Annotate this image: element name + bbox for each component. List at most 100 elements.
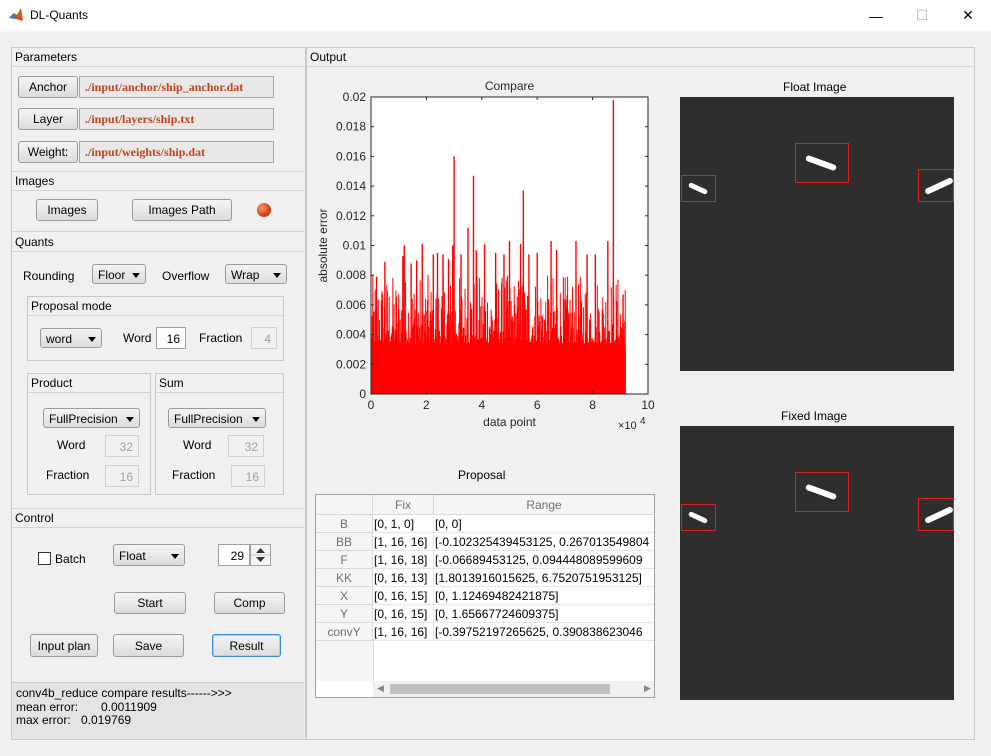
input-plan-button[interactable]: Input plan <box>30 634 98 657</box>
y-axis-label: absolute error <box>316 208 330 282</box>
compare-chart: 0 2 4 6 8 10 0 0.002 0.004 0.006 0.008 0.01 0.012 0.0… <box>316 79 655 432</box>
y-tick-label: 0.018 <box>336 120 366 134</box>
table-cell-range[interactable]: [1.8013916015625, 6.7520751953125] <box>434 569 654 587</box>
layer-button[interactable]: Layer <box>18 108 78 130</box>
control-title: Control <box>15 511 54 525</box>
divider <box>28 315 283 316</box>
sum-fraction-input[interactable]: 16 <box>231 465 265 487</box>
divider <box>28 392 150 393</box>
scrollbar-thumb[interactable] <box>390 684 610 694</box>
proposal-mode-dropdown[interactable]: word <box>40 328 102 348</box>
table-cell-range[interactable]: [-0.102325439453125, 0.267013549804 <box>434 533 654 551</box>
table-cell-range[interactable]: [0, 1.65667724609375] <box>434 605 654 623</box>
product-mode-value: FullPrecision <box>49 412 118 426</box>
product-word-input[interactable]: 32 <box>105 435 139 457</box>
matlab-logo-icon <box>9 8 23 21</box>
sum-mode-dropdown[interactable]: FullPrecision <box>168 408 266 428</box>
table-cell-range[interactable]: [0, 1.12469482421875] <box>434 587 654 605</box>
layer-path-field[interactable]: ./input/layers/ship.txt <box>79 108 274 130</box>
table-cell-fix[interactable]: [1, 16, 18] <box>373 551 434 569</box>
weight-path-field[interactable]: ./input/weights/ship.dat <box>79 141 274 163</box>
table-cell-fix[interactable]: [0, 16, 15] <box>373 605 434 623</box>
table-header-fix[interactable]: Fix <box>373 495 434 515</box>
divider <box>156 392 283 393</box>
float-image <box>680 97 954 371</box>
proposal-word-input[interactable]: 16 <box>156 327 186 349</box>
comp-button[interactable]: Comp <box>214 592 285 614</box>
table-cell-fix[interactable]: [1, 16, 16] <box>373 533 434 551</box>
anchor-path-field[interactable]: ./input/anchor/ship_anchor.dat <box>79 76 274 98</box>
x-tick-label: 2 <box>423 398 430 412</box>
dtype-value: Float <box>119 549 146 563</box>
maximize-button[interactable]: ☐ <box>899 0 945 31</box>
table-cell-fix[interactable]: [0, 16, 13] <box>373 569 434 587</box>
product-word-label: Word <box>57 438 86 452</box>
minimize-button[interactable]: — <box>853 0 899 31</box>
chevron-down-icon <box>88 337 96 342</box>
y-tick-label: 0.012 <box>336 209 366 223</box>
table-row-header-fill <box>316 641 374 681</box>
proposal-table[interactable]: Fix Range B [0, 1, 0] [0, 0] BB [1, 16, 16][… <box>315 494 655 698</box>
chevron-down-icon <box>132 273 140 278</box>
close-button[interactable]: ✕ <box>945 0 991 31</box>
spin-input[interactable]: 29 <box>218 544 250 566</box>
weight-button[interactable]: Weight: <box>18 141 78 163</box>
table-cell-range[interactable]: [0, 0] <box>434 515 654 533</box>
table-cell-range[interactable]: [-0.06689453125, 0.094448089599609 <box>434 551 654 569</box>
table-cell-fix[interactable]: [0, 1, 0] <box>373 515 434 533</box>
chevron-down-icon <box>252 417 260 422</box>
result-button[interactable]: Result <box>212 634 281 657</box>
table-cell-fix[interactable]: [0, 16, 15] <box>373 587 434 605</box>
output-title: Output <box>310 50 347 64</box>
images-button[interactable]: Images <box>36 199 98 221</box>
anchor-button[interactable]: Anchor <box>18 76 78 98</box>
images-path-button[interactable]: Images Path <box>132 199 232 221</box>
parameters-title: Parameters <box>15 50 78 64</box>
mean-error-value: 0.0011909 <box>101 700 157 714</box>
spinner-arrows-icon <box>251 548 270 562</box>
rounding-dropdown[interactable]: Floor <box>92 264 146 284</box>
divider <box>12 171 304 172</box>
dtype-dropdown[interactable]: Float <box>113 544 185 566</box>
x-axis-multiplier: ×10 <box>618 420 637 432</box>
table-cell-range[interactable]: [-0.39752197265625, 0.390838623046 <box>434 623 654 641</box>
proposal-mode-title: Proposal mode <box>31 299 112 313</box>
table-row-label: BB <box>316 533 373 551</box>
table-corner <box>316 495 373 515</box>
quants-title: Quants <box>15 235 54 249</box>
batch-label: Batch <box>55 552 86 566</box>
table-header-range[interactable]: Range <box>434 495 654 515</box>
y-tick-label: 0.002 <box>336 357 366 371</box>
table-row-label: B <box>316 515 373 533</box>
batch-checkbox[interactable] <box>38 552 51 565</box>
y-tick-label: 0.01 <box>343 239 367 253</box>
table-row-label: KK <box>316 569 373 587</box>
save-button[interactable]: Save <box>113 634 184 657</box>
x-tick-label: 4 <box>478 398 485 412</box>
scroll-right-icon[interactable]: ▶ <box>644 683 651 694</box>
sum-word-input[interactable]: 32 <box>228 435 264 457</box>
proposal-fraction-input[interactable]: 4 <box>251 327 277 349</box>
spinner[interactable] <box>250 544 271 566</box>
rounding-label: Rounding <box>23 269 75 283</box>
product-mode-dropdown[interactable]: FullPrecision <box>43 408 140 428</box>
proposal-mode-value: word <box>46 332 73 346</box>
proposal-title: Proposal <box>458 468 506 482</box>
fixed-image-title: Fixed Image <box>781 409 848 423</box>
y-tick-label: 0.004 <box>336 328 366 342</box>
divider <box>12 251 304 252</box>
y-tick-label: 0.016 <box>336 149 366 163</box>
table-row-label: F <box>316 551 373 569</box>
table-cell-fix[interactable]: [1, 16, 16] <box>373 623 434 641</box>
x-axis-label: data point <box>483 415 536 429</box>
y-tick-label: 0.006 <box>336 298 366 312</box>
float-image-title: Float Image <box>783 80 847 94</box>
sum-mode-value: FullPrecision <box>174 412 243 426</box>
proposal-fraction-label: Fraction <box>199 331 243 345</box>
product-fraction-input[interactable]: 16 <box>105 465 139 487</box>
scroll-left-icon[interactable]: ◀ <box>377 683 384 694</box>
table-row-label: Y <box>316 605 373 623</box>
horizontal-scrollbar[interactable]: ◀ ▶ <box>373 681 654 697</box>
start-button[interactable]: Start <box>114 592 186 614</box>
overflow-dropdown[interactable]: Wrap <box>225 264 287 284</box>
